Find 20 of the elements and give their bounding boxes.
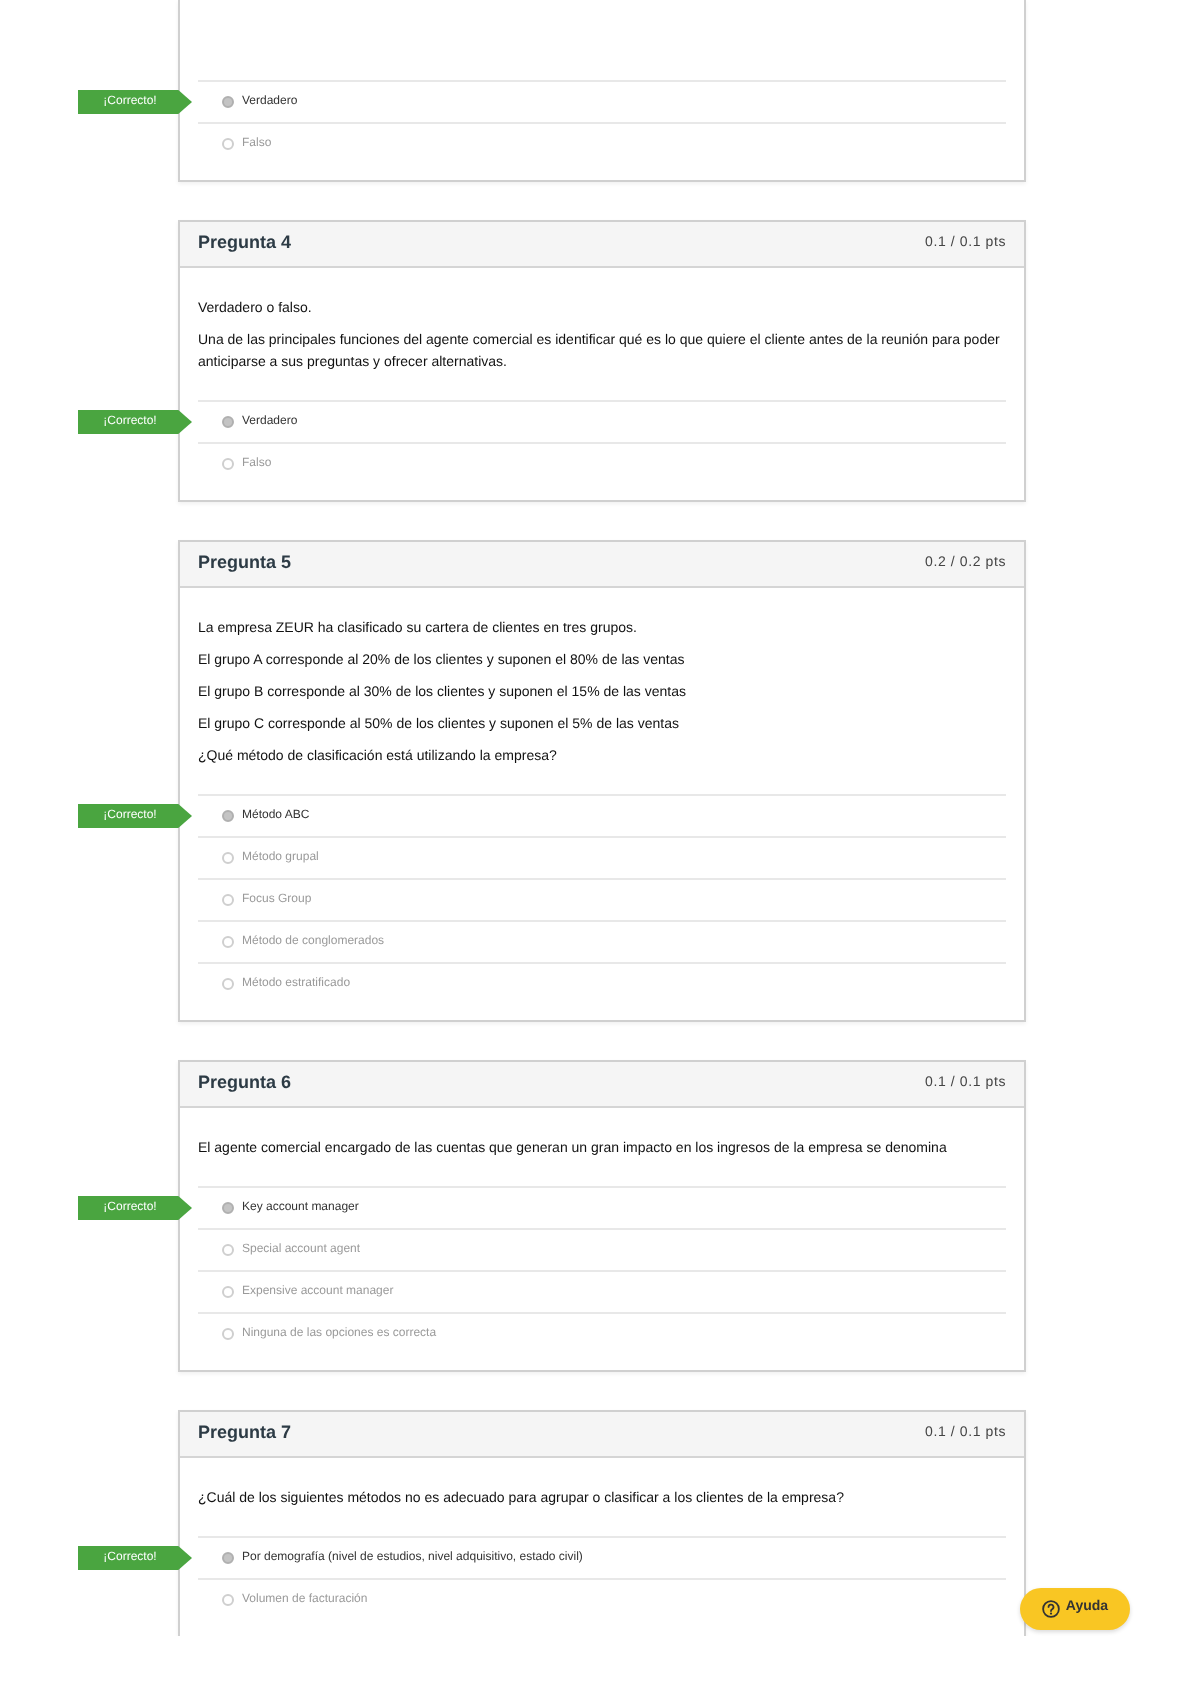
radio-button[interactable]	[222, 458, 234, 470]
question-title: Pregunta 6	[198, 1070, 292, 1097]
radio-button[interactable]	[222, 138, 234, 150]
radio-button[interactable]	[222, 1552, 234, 1564]
radio-button[interactable]	[222, 978, 234, 990]
radio-button[interactable]	[222, 1202, 234, 1214]
radio-button[interactable]	[222, 810, 234, 822]
radio-button[interactable]	[222, 1328, 234, 1340]
question-title: Pregunta 4	[198, 230, 292, 257]
help-icon	[1041, 1600, 1060, 1618]
radio-button[interactable]	[222, 894, 234, 906]
radio-button[interactable]	[222, 852, 234, 864]
radio-button[interactable]	[222, 1594, 234, 1606]
radio-button[interactable]	[222, 96, 234, 108]
radio-button[interactable]	[222, 936, 234, 948]
radio-button[interactable]	[222, 416, 234, 428]
radio-button[interactable]	[222, 1286, 234, 1298]
question-title: Pregunta 7	[198, 1420, 292, 1447]
question-title: Pregunta 5	[198, 550, 292, 577]
radio-button[interactable]	[222, 1244, 234, 1256]
